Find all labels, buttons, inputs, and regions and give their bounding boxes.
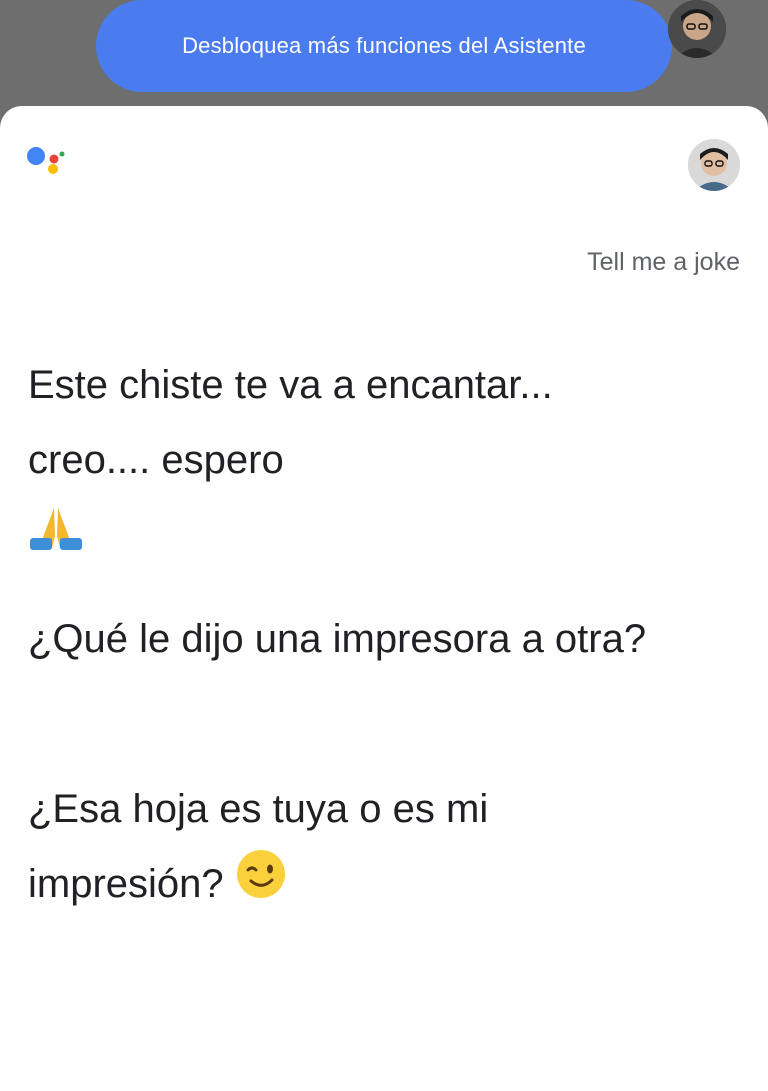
google-assistant-icon — [24, 146, 72, 194]
assistant-response-3: ¿Esa hoja es tuya o es mi impresión? — [28, 772, 668, 925]
unlock-features-label: Desbloquea más funciones del Asistente — [182, 33, 586, 58]
top-avatar[interactable] — [668, 0, 726, 58]
unlock-features-button[interactable]: Desbloquea más funciones del Asistente — [96, 0, 672, 92]
user-avatar[interactable] — [688, 139, 740, 191]
assistant-response-2: ¿Qué le dijo una impresora a otra? — [28, 617, 647, 661]
assistant-sheet: Tell me a joke Este chiste te va a encan… — [0, 106, 768, 1091]
user-query-text: Tell me a joke — [587, 248, 740, 276]
folded-hands-emoji — [28, 500, 84, 575]
winking-face-emoji — [235, 848, 287, 925]
assistant-response-1: Este chiste te va a encantar... creo....… — [28, 348, 668, 575]
response-1-text: Este chiste te va a encantar... creo....… — [28, 363, 553, 482]
